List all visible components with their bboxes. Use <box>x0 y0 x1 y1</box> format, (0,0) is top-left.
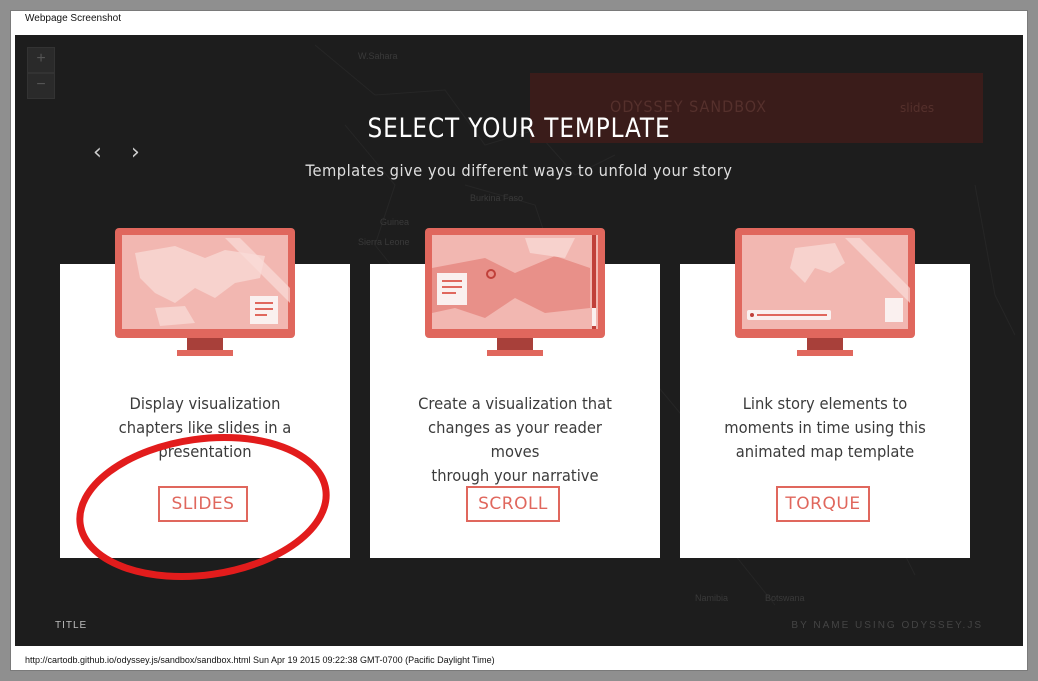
map-label: Sierra Leone <box>358 237 410 247</box>
template-card-torque[interactable]: Link story elements to moments in time u… <box>680 228 970 558</box>
scroll-description: Create a visualization that changes as y… <box>404 392 627 488</box>
map-label: Namibia <box>695 593 729 603</box>
modal-title: SELECT YOUR TEMPLATE <box>367 113 671 144</box>
description-line: moments in time using this <box>724 418 926 437</box>
description-line: Display visualization <box>129 394 281 413</box>
description-line: Create a visualization that <box>418 394 612 413</box>
slides-description: Display visualization chapters like slid… <box>94 392 317 464</box>
slides-button[interactable]: SLIDES <box>158 486 248 522</box>
template-card-scroll[interactable]: Create a visualization that changes as y… <box>370 228 660 558</box>
scroll-button[interactable]: SCROLL <box>466 486 560 522</box>
zoom-in-button[interactable]: + <box>27 47 55 73</box>
map-label: W.Sahara <box>358 51 398 61</box>
description-line: Link story elements to <box>742 394 908 413</box>
description-line: through your narrative <box>431 466 599 485</box>
map-label: Botswana <box>765 593 805 603</box>
capture-header: Webpage Screenshot <box>25 13 121 24</box>
description-line: chapters like slides in a <box>118 418 292 437</box>
map-label: Guinea <box>380 217 410 227</box>
slides-monitor-icon <box>115 228 295 356</box>
torque-button[interactable]: TORQUE <box>776 486 870 522</box>
template-card-slides[interactable]: Display visualization chapters like slid… <box>60 228 350 558</box>
torque-monitor-icon <box>735 228 915 356</box>
torque-description: Link story elements to moments in time u… <box>714 392 937 464</box>
modal-subtitle: Templates give you different ways to unf… <box>305 161 733 180</box>
scroll-monitor-icon <box>425 228 605 356</box>
browser-viewport: W.Sahara Burkina Faso Guinea Sierra Leon… <box>15 35 1023 646</box>
description-line: presentation <box>158 442 252 461</box>
story-title: TITLE <box>55 620 88 631</box>
map-label: Burkina Faso <box>470 193 524 203</box>
capture-footer: http://cartodb.github.io/odyssey.js/sand… <box>25 655 495 665</box>
story-byline: BY NAME USING ODYSSEY.JS <box>791 620 983 631</box>
zoom-out-button[interactable]: − <box>27 73 55 99</box>
description-line: animated map template <box>735 442 915 461</box>
description-line: changes as your reader moves <box>428 418 602 461</box>
